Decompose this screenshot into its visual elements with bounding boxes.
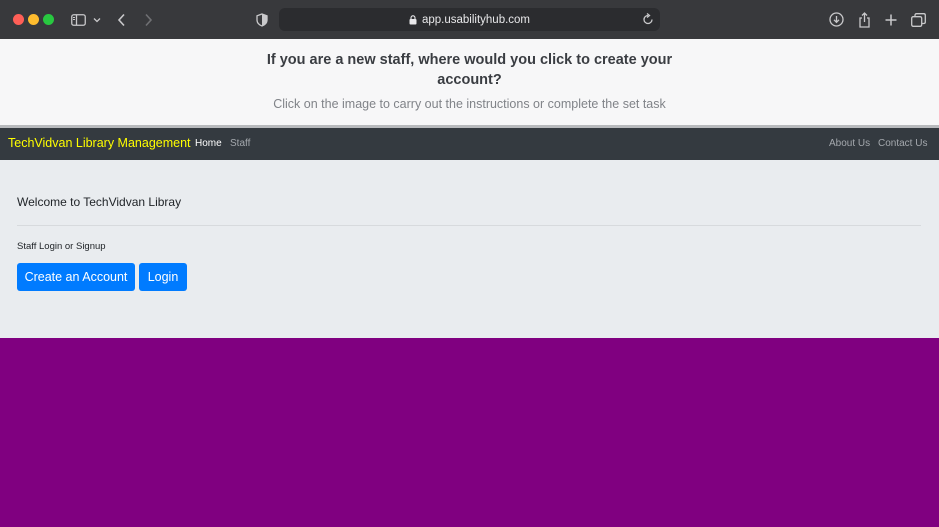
welcome-jumbotron: Welcome to TechVidvan Libray Staff Login… <box>0 160 939 338</box>
nav-link-home[interactable]: Home <box>195 138 222 149</box>
nav-link-contact-us[interactable]: Contact Us <box>878 138 927 149</box>
forward-icon[interactable] <box>143 11 153 28</box>
login-button[interactable]: Login <box>139 263 187 291</box>
reload-icon[interactable] <box>642 12 654 26</box>
zoom-window-button[interactable] <box>43 14 54 25</box>
plus-icon[interactable] <box>884 11 898 28</box>
address-bar[interactable]: app.usabilityhub.com <box>279 8 660 31</box>
task-header: If you are a new staff, where would you … <box>0 39 939 125</box>
task-instruction: Click on the image to carry out the inst… <box>273 97 666 111</box>
page-background <box>0 338 939 527</box>
lock-icon <box>409 14 417 25</box>
sidebar-icon[interactable] <box>70 11 86 28</box>
share-icon[interactable] <box>856 11 872 28</box>
browser-toolbar: app.usabilityhub.com <box>0 0 939 39</box>
download-icon[interactable] <box>828 11 844 28</box>
minimize-window-button[interactable] <box>28 14 39 25</box>
login-signup-label: Staff Login or Signup <box>17 241 106 252</box>
site-navbar: TechVidvan Library Management Home Staff… <box>0 128 939 160</box>
tabs-icon[interactable] <box>910 11 926 28</box>
close-window-button[interactable] <box>13 14 24 25</box>
welcome-heading: Welcome to TechVidvan Libray <box>17 195 182 209</box>
nav-link-about-us[interactable]: About Us <box>829 138 870 149</box>
back-icon[interactable] <box>116 11 126 28</box>
shield-icon[interactable] <box>255 11 269 28</box>
chevron-down-icon[interactable] <box>93 11 101 28</box>
task-question: If you are a new staff, where would you … <box>266 52 673 88</box>
nav-link-staff[interactable]: Staff <box>230 138 250 149</box>
create-account-button[interactable]: Create an Account <box>17 263 135 291</box>
divider <box>17 225 921 226</box>
brand-link[interactable]: TechVidvan Library Management <box>8 136 191 150</box>
url-text: app.usabilityhub.com <box>421 13 531 26</box>
